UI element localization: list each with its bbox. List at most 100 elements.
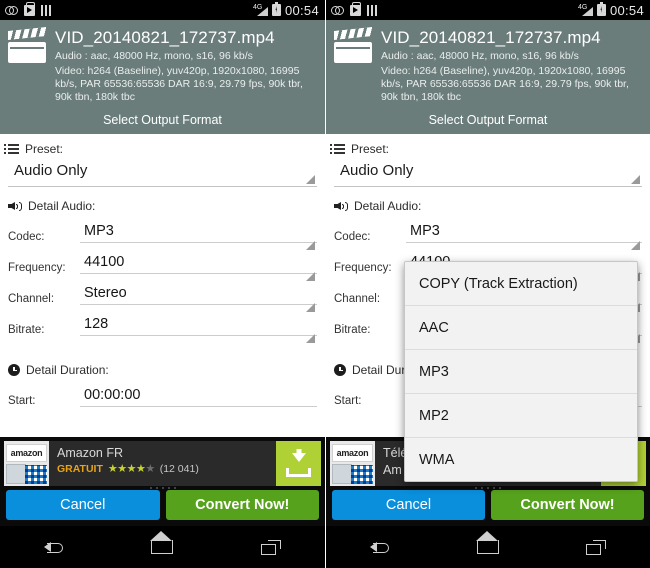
ad-rating-count: (12 041) bbox=[159, 462, 199, 475]
speaker-icon bbox=[8, 201, 22, 212]
amazon-wordmark: amazon bbox=[6, 444, 47, 462]
bars-icon bbox=[367, 4, 378, 16]
app-install-icon bbox=[350, 1, 361, 16]
amazon-app-icon: amazon bbox=[330, 441, 375, 486]
detail-audio-section-label: Detail Audio: bbox=[6, 187, 319, 215]
signal-icon: 4G bbox=[578, 4, 593, 16]
detail-audio-label: Detail Audio: bbox=[354, 199, 422, 213]
right-phone-screen: 4G 00:54 VID_20140821_172737.mp4 Audio :… bbox=[325, 0, 650, 568]
preset-value: Audio Only bbox=[340, 162, 414, 179]
spinner-triangle-icon bbox=[306, 175, 315, 184]
clock-icon bbox=[8, 364, 20, 376]
codec-field[interactable]: Codec: MP3 bbox=[332, 215, 644, 250]
list-icon bbox=[4, 144, 19, 154]
dropdown-option-aac[interactable]: AAC bbox=[405, 306, 637, 350]
frequency-label: Frequency: bbox=[334, 262, 392, 274]
convert-now-button[interactable]: Convert Now! bbox=[491, 490, 644, 520]
clapperboard-icon bbox=[8, 31, 46, 63]
spinner-triangle-icon bbox=[631, 175, 640, 184]
ad-banner[interactable]: amazon Amazon FR GRATUIT ★★★★★ (12 041) bbox=[0, 437, 325, 490]
recents-icon[interactable] bbox=[261, 539, 282, 555]
clock-icon bbox=[334, 364, 346, 376]
status-bar-left-icons bbox=[5, 1, 52, 16]
select-output-format-button[interactable]: Select Output Format bbox=[8, 104, 317, 134]
android-nav-bar bbox=[0, 526, 325, 568]
preset-label: Preset: bbox=[351, 142, 390, 156]
dropdown-option-mp2[interactable]: MP2 bbox=[405, 394, 637, 438]
preset-section-label: Preset: bbox=[330, 134, 644, 158]
ad-price-label: GRATUIT bbox=[57, 462, 103, 475]
cancel-button[interactable]: Cancel bbox=[332, 490, 485, 520]
ad-star-rating: ★★★★★ bbox=[107, 463, 155, 475]
file-name: VID_20140821_172737.mp4 bbox=[381, 28, 601, 47]
start-label: Start: bbox=[8, 395, 36, 407]
start-field[interactable]: Start: 00:00:00 bbox=[6, 379, 319, 410]
amazon-wordmark: amazon bbox=[332, 444, 373, 462]
voicemail-icon bbox=[5, 6, 18, 15]
android-nav-bar bbox=[326, 526, 650, 568]
channel-field[interactable]: Channel: Stereo bbox=[6, 277, 319, 312]
file-info-header: VID_20140821_172737.mp4 Audio : aac, 480… bbox=[326, 20, 650, 134]
preset-value: Audio Only bbox=[14, 162, 88, 179]
action-button-bar: Cancel Convert Now! bbox=[0, 490, 325, 526]
detail-audio-section-label: Detail Audio: bbox=[332, 187, 644, 215]
bitrate-label: Bitrate: bbox=[8, 324, 45, 336]
ad-download-button[interactable] bbox=[276, 441, 321, 486]
codec-label: Codec: bbox=[8, 231, 45, 243]
detail-audio-label: Detail Audio: bbox=[28, 199, 96, 213]
status-bar-clock: 00:54 bbox=[609, 2, 644, 18]
battery-icon bbox=[271, 2, 281, 16]
start-value: 00:00:00 bbox=[84, 387, 141, 403]
status-bar-left-icons bbox=[331, 1, 378, 16]
select-output-format-button[interactable]: Select Output Format bbox=[334, 104, 642, 134]
signal-icon: 4G bbox=[253, 4, 268, 16]
home-icon[interactable] bbox=[476, 540, 499, 554]
convert-now-button[interactable]: Convert Now! bbox=[165, 490, 319, 520]
back-icon[interactable] bbox=[43, 539, 64, 555]
preset-spinner[interactable]: Audio Only bbox=[6, 158, 319, 186]
preset-section-label: Preset: bbox=[4, 134, 319, 158]
preset-spinner[interactable]: Audio Only bbox=[332, 158, 644, 186]
bitrate-label: Bitrate: bbox=[334, 324, 371, 336]
action-button-bar: Cancel Convert Now! bbox=[326, 490, 650, 526]
status-bar-clock: 00:54 bbox=[284, 2, 319, 18]
ad-title: Amazon FR bbox=[57, 446, 123, 460]
channel-label: Channel: bbox=[334, 293, 381, 305]
ad-secondary-title: Am bbox=[383, 463, 402, 477]
voicemail-icon bbox=[331, 6, 344, 15]
file-info-header: VID_20140821_172737.mp4 Audio : aac, 480… bbox=[0, 20, 325, 134]
spinner-triangle-icon bbox=[306, 334, 315, 343]
bitrate-value: 128 bbox=[84, 316, 109, 332]
status-bar-right-icons: 4G 00:54 bbox=[578, 2, 644, 18]
clapperboard-icon bbox=[334, 31, 372, 63]
bars-icon bbox=[41, 4, 52, 16]
amazon-app-icon: amazon bbox=[4, 441, 49, 486]
codec-dropdown-menu[interactable]: COPY (Track Extraction) AAC MP3 MP2 WMA bbox=[404, 261, 638, 482]
detail-duration-section-label: Detail Duration: bbox=[6, 355, 319, 379]
channel-value: Stereo bbox=[84, 285, 127, 301]
channel-label: Channel: bbox=[8, 293, 55, 305]
codec-value: MP3 bbox=[84, 223, 114, 239]
home-icon[interactable] bbox=[151, 540, 174, 554]
audio-info-line: Audio : aac, 48000 Hz, mono, s16, 96 kb/… bbox=[381, 50, 579, 62]
video-info-line: Video: h264 (Baseline), yuv420p, 1920x10… bbox=[55, 65, 303, 103]
status-bar: 4G 00:54 bbox=[0, 0, 325, 20]
dropdown-option-copy[interactable]: COPY (Track Extraction) bbox=[405, 262, 637, 306]
frequency-label: Frequency: bbox=[8, 262, 66, 274]
list-icon bbox=[330, 144, 345, 154]
speaker-icon bbox=[334, 201, 348, 212]
video-info-line: Video: h264 (Baseline), yuv420p, 1920x10… bbox=[381, 65, 629, 103]
back-icon[interactable] bbox=[369, 539, 390, 555]
conversion-settings-form: Preset: Audio Only Detail Audio: Codec: … bbox=[0, 134, 325, 410]
battery-icon bbox=[596, 2, 606, 16]
codec-field[interactable]: Codec: MP3 bbox=[6, 215, 319, 250]
cancel-button[interactable]: Cancel bbox=[6, 490, 160, 520]
frequency-value: 44100 bbox=[84, 254, 125, 270]
codec-label: Codec: bbox=[334, 231, 371, 243]
bitrate-field[interactable]: Bitrate: 128 bbox=[6, 308, 319, 343]
recents-icon[interactable] bbox=[586, 539, 607, 555]
start-label: Start: bbox=[334, 395, 362, 407]
dropdown-option-mp3[interactable]: MP3 bbox=[405, 350, 637, 394]
dropdown-option-wma[interactable]: WMA bbox=[405, 438, 637, 481]
frequency-field[interactable]: Frequency: 44100 bbox=[6, 246, 319, 281]
